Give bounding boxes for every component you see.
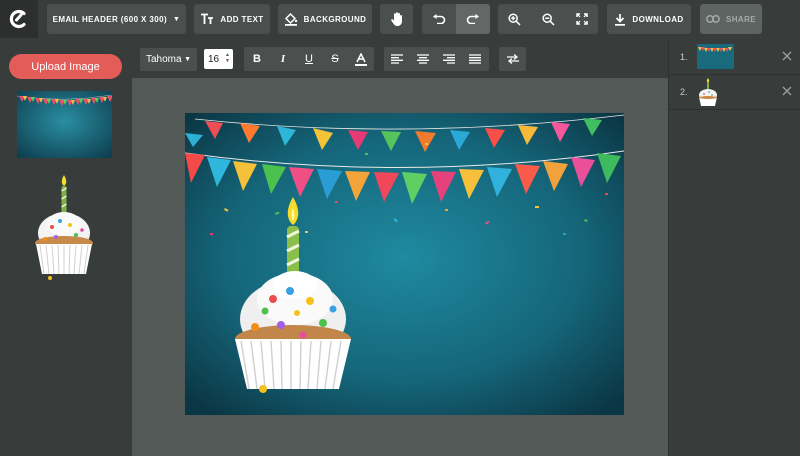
cupcake-thumbnail-image [35,175,93,280]
swap-direction-button[interactable] [499,47,526,71]
logo-icon [9,9,26,29]
zoom-in-icon [508,12,521,26]
share-button[interactable]: SHARE [700,4,762,34]
zoom-out-icon [542,12,555,26]
caret-down-icon: ▼ [184,56,191,63]
download-icon [615,13,626,26]
fullscreen-icon [575,13,588,25]
italic-icon: I [280,53,286,65]
text-size-icon [201,13,214,24]
text-color-icon [355,52,367,66]
asset-thumbnail-cupcake[interactable] [30,175,100,285]
align-right-button[interactable] [436,47,462,71]
background-button[interactable]: BACKGROUND [278,4,372,34]
underline-button[interactable]: U [296,47,322,71]
zoom-in-button[interactable] [508,12,521,26]
layer-item[interactable]: 1. [669,40,800,75]
cupcake-layer-image [699,78,717,106]
download-label: DOWNLOAD [632,14,684,24]
banner-thumbnail-image [17,91,112,158]
fit-screen-button[interactable] [575,13,588,25]
align-right-icon [443,54,455,64]
hand-icon [390,12,402,26]
template-size-dropdown[interactable]: EMAIL HEADER (600 X 300) ▼ [47,4,186,34]
history-group [422,4,490,34]
layer-number: 1. [680,52,688,62]
caret-down-icon: ▼ [173,15,181,23]
asset-thumbnail-banner[interactable] [17,91,112,158]
swap-button-inner [499,47,526,71]
font-size-value: 16 [208,53,220,65]
bold-button[interactable]: B [244,47,270,71]
layers-panel: 1. 2. [668,40,800,456]
undo-button[interactable] [422,4,456,34]
align-justify-button[interactable] [462,47,488,71]
strikethrough-icon: S [331,53,339,65]
paint-bucket-icon [284,12,297,26]
align-left-icon [391,54,403,64]
font-family-value: Tahoma [146,54,182,65]
download-button[interactable]: DOWNLOAD [607,4,691,34]
align-justify-icon [469,54,481,64]
close-icon[interactable] [782,86,792,96]
assets-panel: Upload Image [0,40,132,456]
upload-image-button[interactable]: Upload Image [9,54,122,79]
swap-arrows-icon [506,54,519,64]
app-logo[interactable] [0,0,38,38]
align-center-icon [417,54,429,64]
banner-layer-image [697,44,734,69]
link-icon [706,15,720,23]
canvas-artwork [185,113,624,415]
undo-icon [433,14,446,24]
add-text-label: ADD TEXT [220,14,264,24]
share-label: SHARE [725,14,756,24]
bold-icon: B [253,53,261,65]
align-left-button[interactable] [384,47,410,71]
underline-icon: U [305,53,313,65]
text-color-button[interactable] [348,47,374,71]
layer-thumbnail-cupcake [697,78,719,107]
stepper-arrows-icon[interactable]: ▲ ▼ [225,52,230,64]
font-size-input[interactable]: 16 ▲ ▼ [204,49,233,69]
zoom-out-button[interactable] [542,12,555,26]
pan-tool-button[interactable] [380,4,413,34]
zoom-group [498,4,598,34]
template-size-label: EMAIL HEADER (600 X 300) [52,14,168,24]
background-label: BACKGROUND [303,14,367,24]
close-icon[interactable] [782,51,792,61]
strikethrough-button[interactable]: S [322,47,348,71]
layer-number: 2. [680,87,688,97]
text-format-toolbar: Tahoma ▼ 16 ▲ ▼ B I U S [132,40,668,78]
align-center-button[interactable] [410,47,436,71]
redo-icon [466,14,479,24]
editor-app: EMAIL HEADER (600 X 300) ▼ ADD TEXT BACK… [0,0,800,456]
text-style-group: B I U S [244,47,374,71]
layer-thumbnail-banner [697,44,734,69]
alignment-group [384,47,489,71]
redo-button[interactable] [456,4,490,34]
layer-item[interactable]: 2. [669,75,800,110]
design-canvas[interactable] [185,113,624,415]
top-toolbar: EMAIL HEADER (600 X 300) ▼ ADD TEXT BACK… [0,0,800,40]
font-family-select[interactable]: Tahoma ▼ [140,48,197,71]
add-text-button[interactable]: ADD TEXT [194,4,270,34]
italic-button[interactable]: I [270,47,296,71]
